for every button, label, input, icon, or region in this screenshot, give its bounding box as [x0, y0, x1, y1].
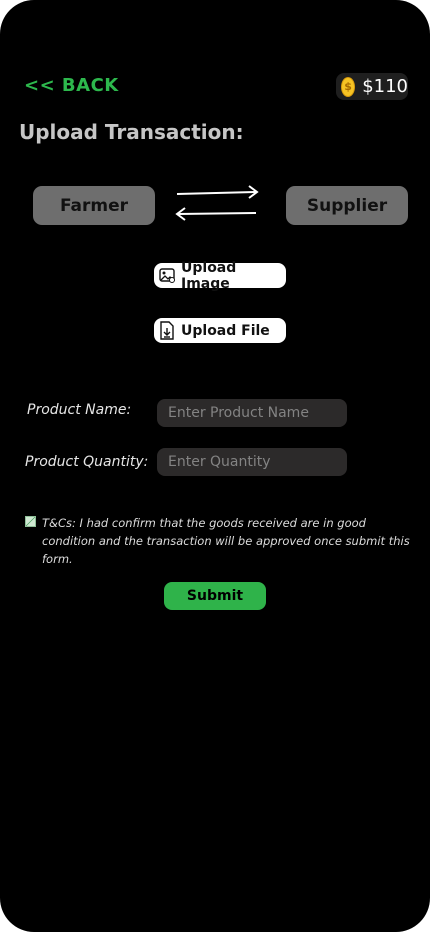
balance-amount: $110: [362, 76, 408, 97]
terms-checkbox[interactable]: [25, 516, 36, 527]
product-quantity-input[interactable]: [157, 448, 347, 476]
upload-file-label: Upload File: [181, 322, 270, 339]
balance-badge: $ $110: [336, 73, 408, 100]
to-role-button[interactable]: Supplier: [286, 186, 408, 225]
page-title: Upload Transaction:: [19, 120, 244, 144]
upload-image-button[interactable]: Upload Image: [154, 260, 286, 292]
coin-dollar-icon: $: [341, 76, 356, 97]
file-upload-icon: [159, 321, 175, 340]
terms-text: T&Cs: I had confirm that the goods recei…: [42, 516, 410, 566]
upload-file-button[interactable]: Upload File: [154, 318, 286, 343]
from-role-button[interactable]: Farmer: [33, 186, 155, 225]
upload-image-label: Upload Image: [181, 259, 237, 292]
back-button[interactable]: << BACK: [24, 75, 119, 96]
submit-button[interactable]: Submit: [164, 582, 266, 610]
swap-arrows-icon[interactable]: [172, 180, 264, 226]
product-name-input[interactable]: [157, 399, 347, 427]
app-screen: << BACK $ $110 Upload Transaction: Farme…: [0, 0, 430, 932]
product-name-label: Product Name:: [27, 402, 132, 418]
product-quantity-label: Product Quantity:: [25, 454, 149, 470]
image-icon: [159, 267, 175, 285]
